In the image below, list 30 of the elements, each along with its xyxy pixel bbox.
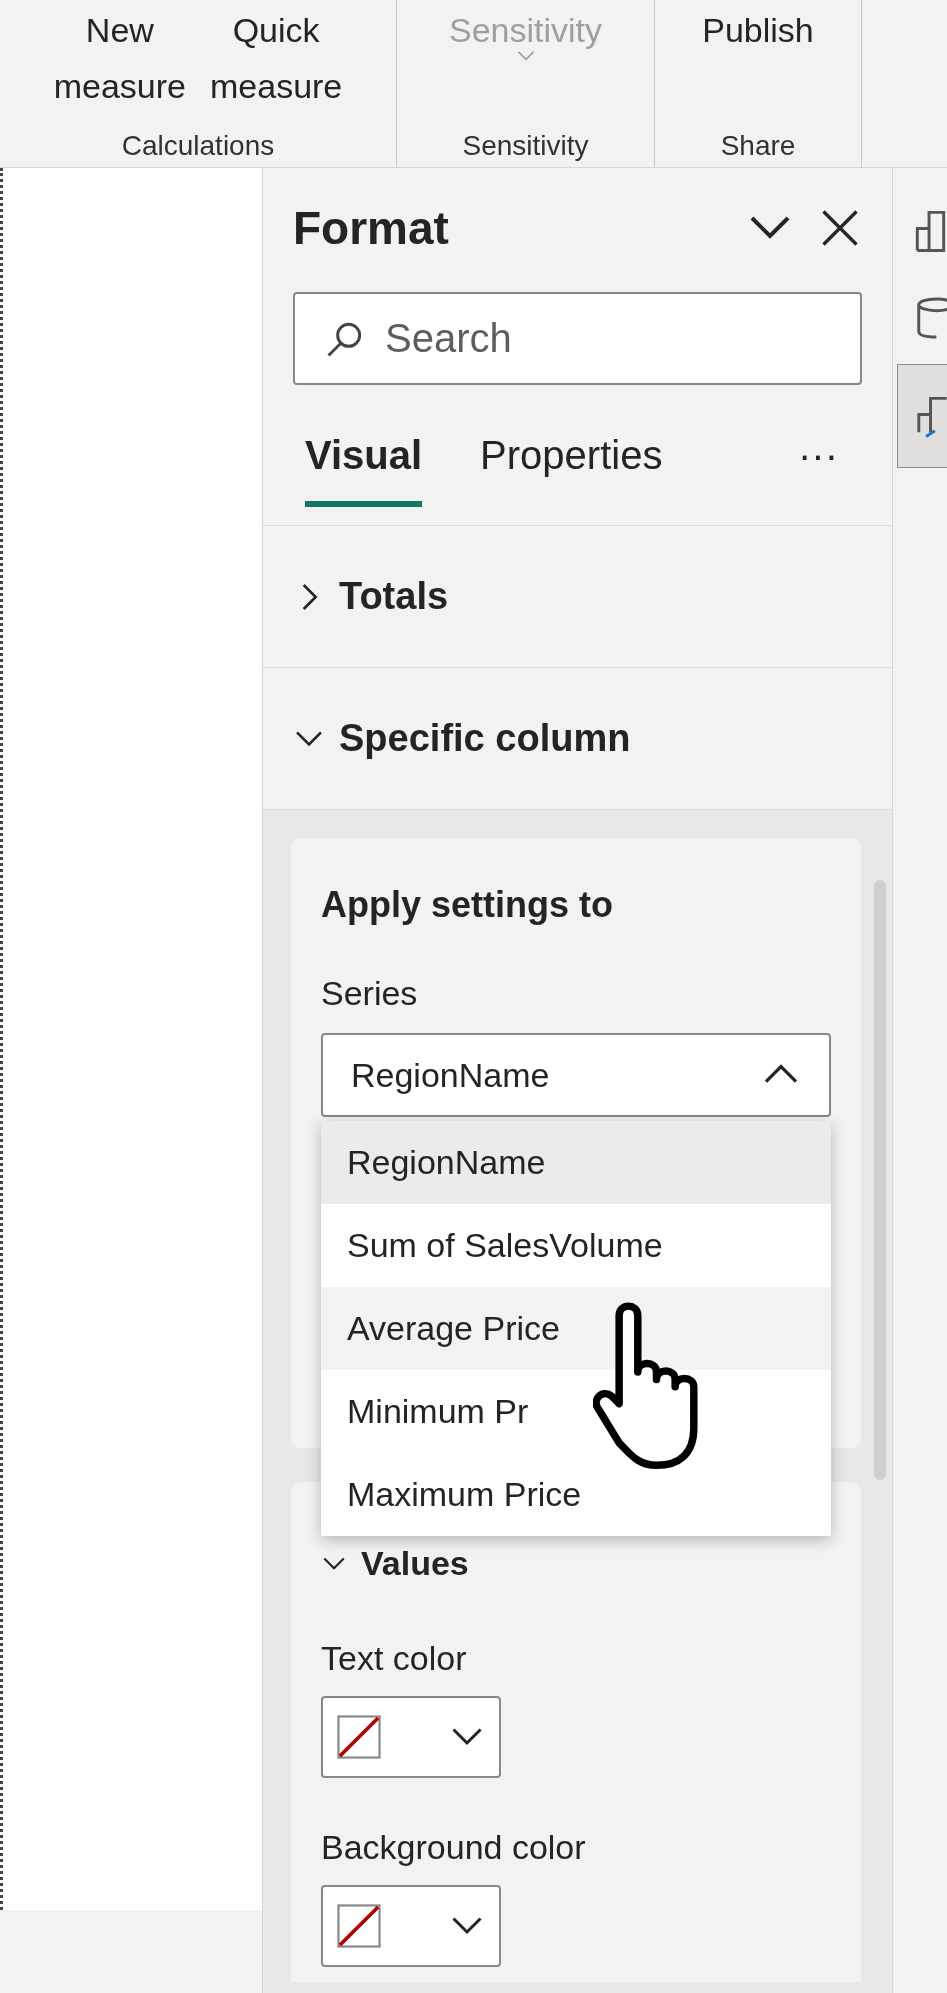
field-label: Background color (321, 1827, 587, 1868)
field-label: Series (321, 973, 419, 1014)
scrollbar[interactable] (874, 880, 886, 1480)
group-label: Sensitivity (461, 129, 590, 163)
color-picker-button[interactable] (321, 1696, 501, 1778)
group-label: Share (719, 129, 797, 163)
no-color-icon (337, 1715, 381, 1759)
ribbon-button[interactable]: Quick measure (210, 2, 343, 125)
section-header[interactable]: Values (321, 1538, 831, 1589)
group-label: Calculations (120, 129, 276, 163)
menu-option[interactable]: Sum of SalesVolume (321, 1204, 831, 1287)
search-box[interactable]: Search (293, 292, 862, 385)
search-input[interactable]: Search (385, 294, 832, 383)
format-chart-icon (917, 394, 947, 438)
card-heading: Apply settings to (321, 883, 614, 927)
ribbon-button[interactable]: New measure (53, 2, 186, 125)
menu-option[interactable]: Maximum Price (321, 1453, 831, 1536)
selected-pane-button[interactable] (897, 364, 947, 468)
no-color-icon (337, 1904, 381, 1948)
tab[interactable]: Properties (480, 425, 663, 507)
color-picker-button[interactable] (321, 1885, 501, 1967)
pane-title: Format (293, 200, 450, 256)
field-label: Text color (321, 1638, 468, 1679)
more-button[interactable]: ··· (798, 425, 838, 485)
menu-option[interactable]: Average Price (321, 1287, 831, 1370)
menu-option[interactable]: RegionName (321, 1121, 831, 1204)
ribbon-button[interactable]: Publish (702, 2, 814, 125)
tab[interactable]: Visual (305, 425, 423, 507)
series-dropdown[interactable]: RegionName (321, 1033, 831, 1117)
bar-chart-icon[interactable] (913, 208, 947, 252)
